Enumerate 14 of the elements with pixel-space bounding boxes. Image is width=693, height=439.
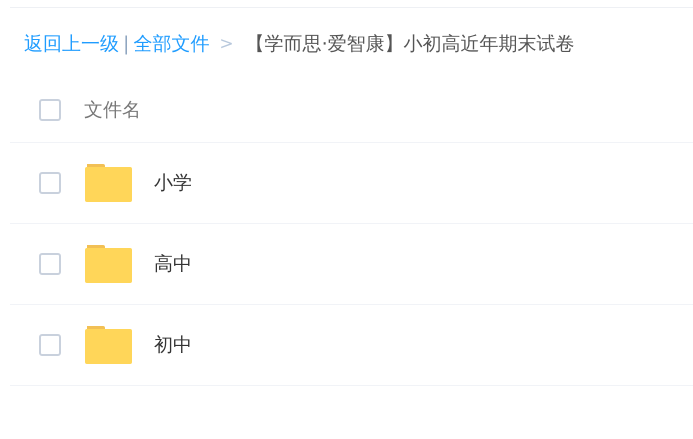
row-checkbox[interactable] (39, 334, 61, 356)
select-all-checkbox[interactable] (39, 99, 61, 121)
folder-icon (85, 245, 132, 283)
row-checkbox[interactable] (39, 253, 61, 275)
breadcrumb-divider: | (123, 33, 130, 55)
current-folder-title: 【学而思·爱智康】小初高近年期末试卷 (246, 32, 575, 57)
column-header: 文件名 (84, 98, 141, 123)
row-checkbox[interactable] (39, 172, 61, 194)
folder-icon (85, 164, 132, 202)
file-name[interactable]: 初中 (154, 332, 192, 358)
file-name[interactable]: 高中 (154, 251, 192, 277)
breadcrumb-arrow: > (219, 34, 234, 54)
folder-icon (85, 326, 132, 364)
file-name[interactable]: 小学 (154, 170, 192, 196)
